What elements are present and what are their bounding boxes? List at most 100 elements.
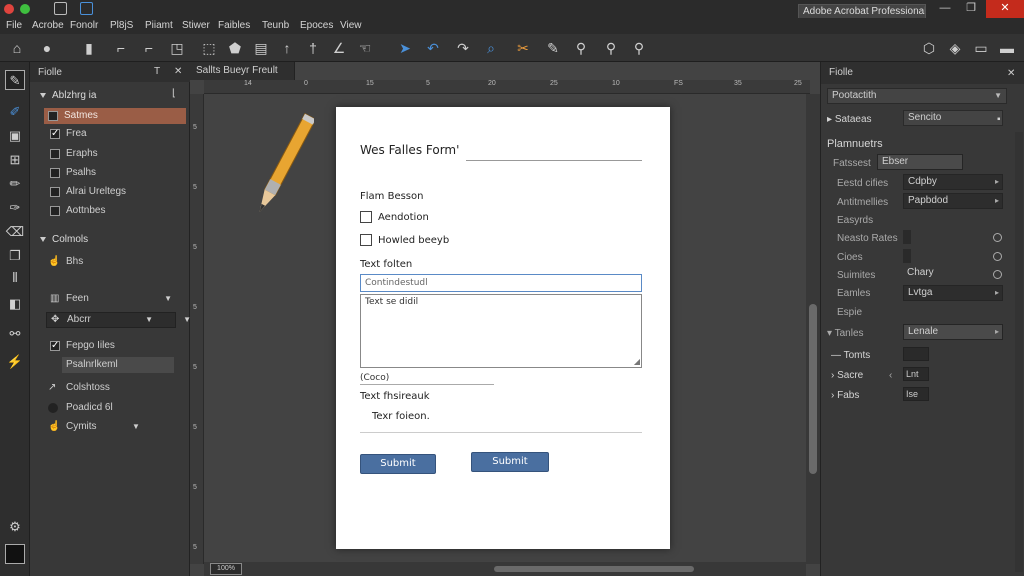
tree-swatch[interactable]: Lnt: [903, 367, 929, 381]
checkbox[interactable]: [50, 187, 60, 197]
submit-button-2[interactable]: Submit: [471, 452, 549, 472]
document-tab[interactable]: Sallts Bueyr Freult: [190, 62, 295, 80]
menu-file[interactable]: File: [6, 19, 22, 33]
tree-swatch[interactable]: Ise: [903, 387, 929, 401]
zoom-tool-3-icon[interactable]: ⚲: [630, 39, 648, 57]
settings-tool-icon[interactable]: ⚙: [5, 517, 25, 537]
marker-tool-icon[interactable]: ✏: [5, 174, 25, 194]
checkbox-howled[interactable]: [360, 234, 372, 246]
radio-icon[interactable]: [993, 270, 1002, 279]
pen-line-icon[interactable]: ∠: [330, 39, 348, 57]
submit-button[interactable]: Submit: [360, 454, 436, 474]
list-item-psalhs[interactable]: Psalhs: [46, 165, 186, 181]
undo-icon[interactable]: ↶: [424, 39, 442, 57]
sub-head-value[interactable]: Lenale ▸: [903, 324, 1003, 340]
panel-close-icon[interactable]: ✕: [1007, 68, 1015, 79]
text-field[interactable]: Psalnrlkeml: [62, 357, 174, 373]
list-item-alrai[interactable]: Alrai Ureltegs: [46, 184, 186, 200]
prop-slider[interactable]: [903, 230, 911, 244]
menu-epoces[interactable]: Epoces: [300, 19, 333, 33]
minimize-button[interactable]: —: [934, 0, 956, 18]
dropdown-abcrr[interactable]: ✥ Abcrr ▼ ▼: [46, 312, 191, 328]
folder-icon[interactable]: ▬: [998, 39, 1016, 57]
chevron-left-icon[interactable]: ‹: [889, 370, 892, 381]
prop-value[interactable]: Chary: [903, 266, 1003, 282]
page-icon[interactable]: ▮: [80, 39, 98, 57]
list-item-fepgo[interactable]: Fepgo Iiles: [46, 338, 186, 354]
menu-fonolr[interactable]: Fonolr: [70, 19, 98, 33]
export-icon[interactable]: ⬚: [200, 39, 218, 57]
resize-grip-icon[interactable]: ◢: [634, 357, 640, 366]
layers-icon[interactable]: ▤: [252, 39, 270, 57]
tree-item[interactable]: › Fabs: [831, 390, 859, 401]
menu-plajs[interactable]: Pl8jS: [110, 19, 133, 33]
menu-piiamt[interactable]: Piiamt: [145, 19, 173, 33]
highlighter-tool-icon[interactable]: ✑: [5, 198, 25, 218]
checkbox[interactable]: [50, 206, 60, 216]
radio-icon[interactable]: [993, 252, 1002, 261]
document-icon[interactable]: ▭: [972, 39, 990, 57]
section-header-ablzhrg[interactable]: Ablzhrg ia: [40, 90, 96, 101]
section-header-colmols[interactable]: Colmols: [40, 234, 88, 245]
arrow-up-icon[interactable]: ↑: [278, 39, 296, 57]
hand-tool-icon[interactable]: ☜: [356, 39, 374, 57]
prop-value[interactable]: Lvtga ▸: [903, 285, 1003, 301]
radio-icon[interactable]: [993, 233, 1002, 242]
close-window-dot[interactable]: [4, 4, 14, 14]
menu-faibles[interactable]: Faibles: [218, 19, 250, 33]
prop-value[interactable]: Cdpby ▸: [903, 174, 1003, 190]
new-document-icon[interactable]: [54, 2, 67, 15]
checkbox[interactable]: [50, 168, 60, 178]
horizontal-scrollbar[interactable]: [204, 562, 806, 576]
list-item-cymits[interactable]: ☝ Cymits ▼: [46, 419, 186, 435]
checkbox-checked[interactable]: [50, 126, 60, 142]
copy-tool-icon[interactable]: ❐: [5, 246, 25, 266]
text-input[interactable]: Contindestudl: [360, 274, 642, 292]
stack-icon[interactable]: ◈: [946, 39, 964, 57]
list-item-poadicd[interactable]: Poadicd 6l: [46, 400, 186, 416]
maximize-button[interactable]: ❐: [960, 0, 982, 18]
corner-icon[interactable]: ⌊: [172, 88, 176, 99]
checkbox[interactable]: [50, 149, 60, 159]
zoom-tool-2-icon[interactable]: ⚲: [602, 39, 620, 57]
align-tool-icon[interactable]: ⫴: [5, 268, 25, 288]
globe-icon[interactable]: ●: [38, 39, 56, 57]
wand-tool-icon[interactable]: ⚡: [5, 352, 25, 372]
square-icon[interactable]: ▪: [997, 114, 1001, 125]
search-icon[interactable]: ⌕: [482, 39, 500, 57]
frame-tool-icon[interactable]: ▣: [5, 126, 25, 146]
shapes-tool-icon[interactable]: ◧: [5, 294, 25, 314]
menu-teunb[interactable]: Teunb: [262, 19, 289, 33]
rotate-icon[interactable]: ↷: [454, 39, 472, 57]
menu-stiwer[interactable]: Stiwer: [182, 19, 210, 33]
pen-tool-icon[interactable]: ✎: [5, 70, 25, 90]
tree-item[interactable]: › Sacre: [831, 370, 863, 381]
list-item-eraphs[interactable]: Eraphs: [46, 146, 186, 162]
list-item-aottnbes[interactable]: Aottnbes: [46, 203, 186, 219]
zoom-level[interactable]: 100%: [210, 563, 242, 575]
prop-value[interactable]: Papbdod ▸: [903, 193, 1003, 209]
panel-close-icon[interactable]: ✕: [174, 66, 182, 77]
edit-icon[interactable]: ✎: [544, 39, 562, 57]
stamp-tool-icon[interactable]: ⊞: [5, 150, 25, 170]
list-item-bhs[interactable]: ☝ Bhs: [46, 254, 186, 270]
text-cursor-icon[interactable]: †: [304, 39, 322, 57]
list-item-satmes[interactable]: Satmes: [44, 108, 186, 124]
dropdown-feen[interactable]: ▥ Feen ▼: [46, 292, 176, 308]
right-panel-scrollbar[interactable]: [1015, 132, 1023, 572]
eraser-tool-icon[interactable]: ⌫: [5, 222, 25, 242]
checkbox[interactable]: [48, 111, 58, 121]
marquee-icon[interactable]: ◳: [168, 39, 186, 57]
section-dropdown[interactable]: Sencito: [903, 110, 1003, 126]
crop-icon[interactable]: ⌐: [112, 39, 130, 57]
edit-document-icon[interactable]: [80, 2, 93, 15]
zoom-window-dot[interactable]: [20, 4, 30, 14]
clip-tool-icon[interactable]: ⚯: [5, 324, 25, 344]
properties-dropdown[interactable]: Pootactith ▼: [827, 88, 1007, 104]
shield-icon[interactable]: ⬡: [920, 39, 938, 57]
sub-head[interactable]: ▾ Tanles: [827, 328, 864, 339]
prop-value[interactable]: Ebser: [877, 154, 963, 170]
horizontal-scroll-thumb[interactable]: [494, 566, 694, 572]
pin-icon[interactable]: T: [154, 66, 160, 77]
small-field[interactable]: (Coco): [360, 371, 494, 385]
